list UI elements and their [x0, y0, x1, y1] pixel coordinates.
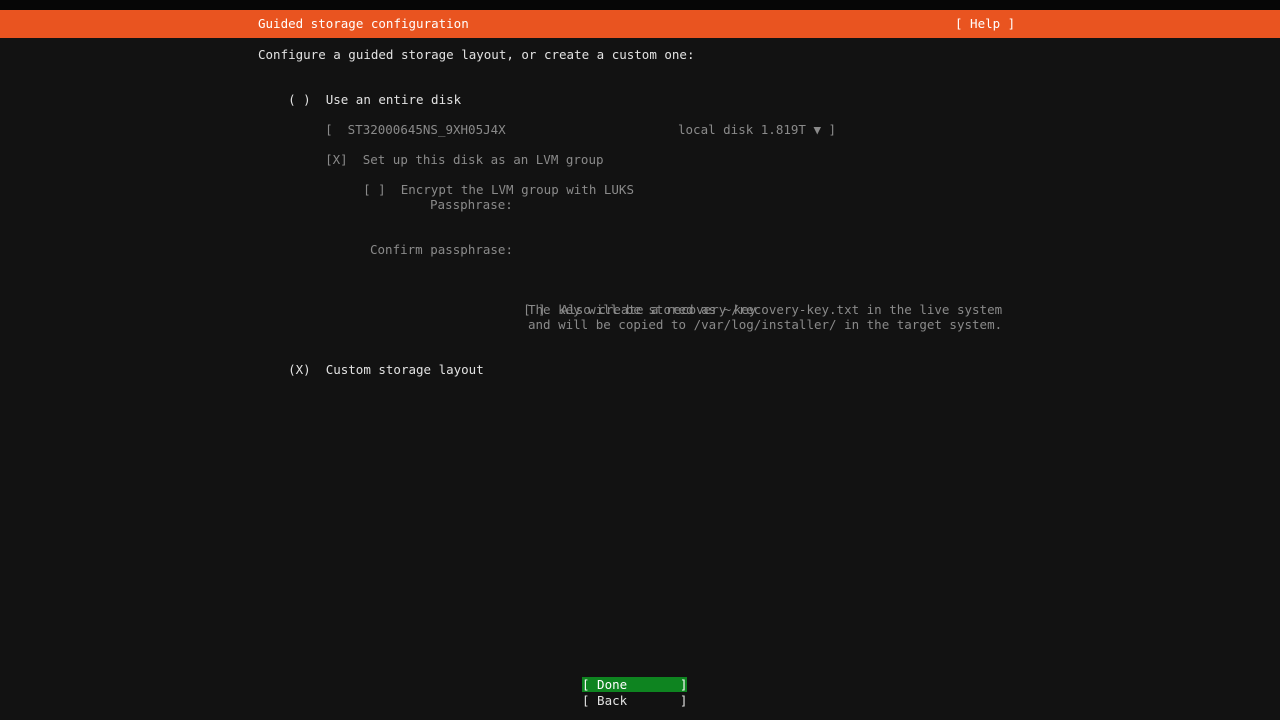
- radio-use-entire-disk-label: Use an entire disk: [326, 92, 461, 107]
- recovery-note-line2: and will be copied to /var/log/installer…: [528, 317, 1002, 332]
- disk-select-close-bracket: ]: [828, 122, 836, 137]
- disk-select-open-bracket: [: [325, 122, 333, 137]
- recovery-note-line1: The key will be stored as ~/recovery-key…: [528, 302, 1002, 317]
- done-button[interactable]: [ Done ]: [582, 677, 687, 692]
- radio-custom-storage-layout[interactable]: (X) Custom storage layout: [258, 347, 484, 392]
- disk-size-label: local disk 1.819T: [678, 122, 806, 137]
- radio-marker-icon: ( ): [288, 92, 311, 107]
- installer-screen: Guided storage configuration [ Help ] Co…: [0, 0, 1280, 720]
- title-bar: Guided storage configuration [ Help ]: [0, 10, 1280, 38]
- top-strip: [0, 0, 1280, 10]
- disk-select-right: local disk 1.819T ▼]: [633, 107, 836, 152]
- checkbox-checked-icon: [X]: [325, 152, 348, 167]
- radio-custom-storage-layout-label: Custom storage layout: [326, 362, 484, 377]
- back-button[interactable]: [ Back ]: [582, 693, 687, 708]
- checkbox-unchecked-icon: [ ]: [363, 182, 386, 197]
- form-heading: Configure a guided storage layout, or cr…: [258, 47, 695, 62]
- dropdown-arrow-icon: ▼: [813, 122, 821, 137]
- checkbox-luks-encrypt-label: Encrypt the LVM group with LUKS: [401, 182, 634, 197]
- passphrase-label: Passphrase:: [430, 197, 513, 212]
- confirm-passphrase-label: Confirm passphrase:: [370, 242, 513, 257]
- page-title: Guided storage configuration: [258, 10, 469, 38]
- radio-selected-icon: (X): [288, 362, 311, 377]
- help-button[interactable]: [ Help ]: [955, 10, 1015, 38]
- disk-select-value: ST32000645NS_9XH05J4X: [348, 122, 506, 137]
- checkbox-lvm-group-label: Set up this disk as an LVM group: [363, 152, 604, 167]
